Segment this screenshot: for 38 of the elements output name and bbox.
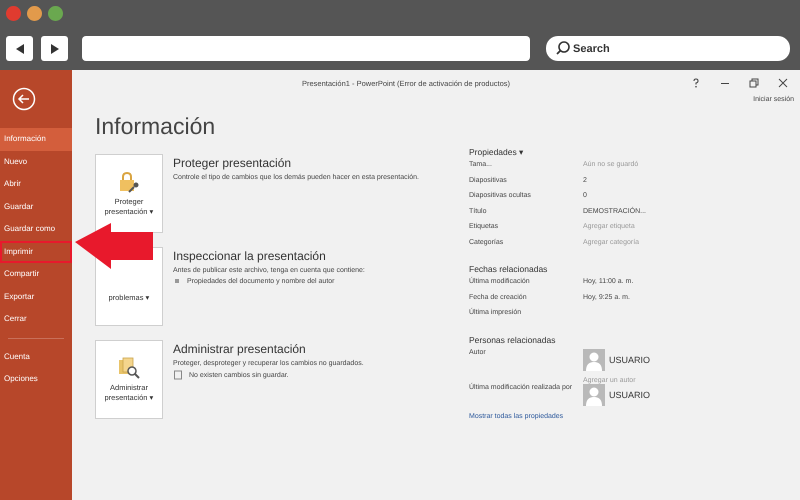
sidebar-item[interactable]: Guardar como (0, 218, 72, 240)
restore-icon[interactable] (749, 78, 759, 88)
sidebar-item[interactable]: Imprimir (0, 240, 72, 263)
section-title: Administrar presentación (173, 342, 307, 356)
sidebar-item[interactable]: Nuevo (0, 150, 72, 173)
sidebar-item[interactable]: Compartir (0, 263, 72, 286)
author-name: USUARIO (609, 390, 650, 400)
user-avatar-icon (583, 348, 605, 370)
sidebar-item[interactable]: Exportar (0, 286, 72, 308)
help-icon[interactable] (691, 78, 701, 88)
sidebar-item[interactable]: Cerrar (0, 308, 72, 330)
sidebar-item[interactable]: Cuenta (0, 346, 72, 368)
properties-title[interactable]: Propiedades ▾ (469, 147, 769, 157)
minimize-dot-icon[interactable] (27, 6, 42, 21)
sidebar-item[interactable]: Guardar (0, 196, 72, 218)
search-field[interactable]: Search (546, 36, 790, 61)
zoom-dot-icon[interactable] (48, 6, 63, 21)
page-heading: Información (95, 113, 216, 140)
close-icon[interactable] (778, 78, 788, 88)
section-title: Inspeccionar la presentación (173, 249, 327, 263)
lock-key-icon (117, 170, 141, 194)
user-avatar-icon (583, 384, 605, 406)
sidebar-item[interactable]: Información (0, 128, 72, 150)
author-name: USUARIO (609, 354, 650, 364)
close-dot-icon[interactable] (6, 6, 21, 21)
search-icon (555, 40, 571, 56)
section-title: Fechas relacionadas (469, 264, 548, 274)
bullet-icon (173, 277, 181, 285)
back-button[interactable] (6, 36, 33, 61)
section-title: Personas relacionadas (469, 334, 556, 344)
forward-button[interactable] (41, 36, 68, 61)
address-field[interactable] (82, 36, 530, 61)
sidebar-item[interactable]: Abrir (0, 173, 72, 196)
pointer-arrow-icon (73, 222, 155, 270)
section-title: Proteger presentación (173, 156, 292, 170)
document-icon (173, 370, 183, 380)
documents-search-icon (117, 356, 141, 380)
sidebar-item[interactable]: Opciones (0, 368, 72, 390)
